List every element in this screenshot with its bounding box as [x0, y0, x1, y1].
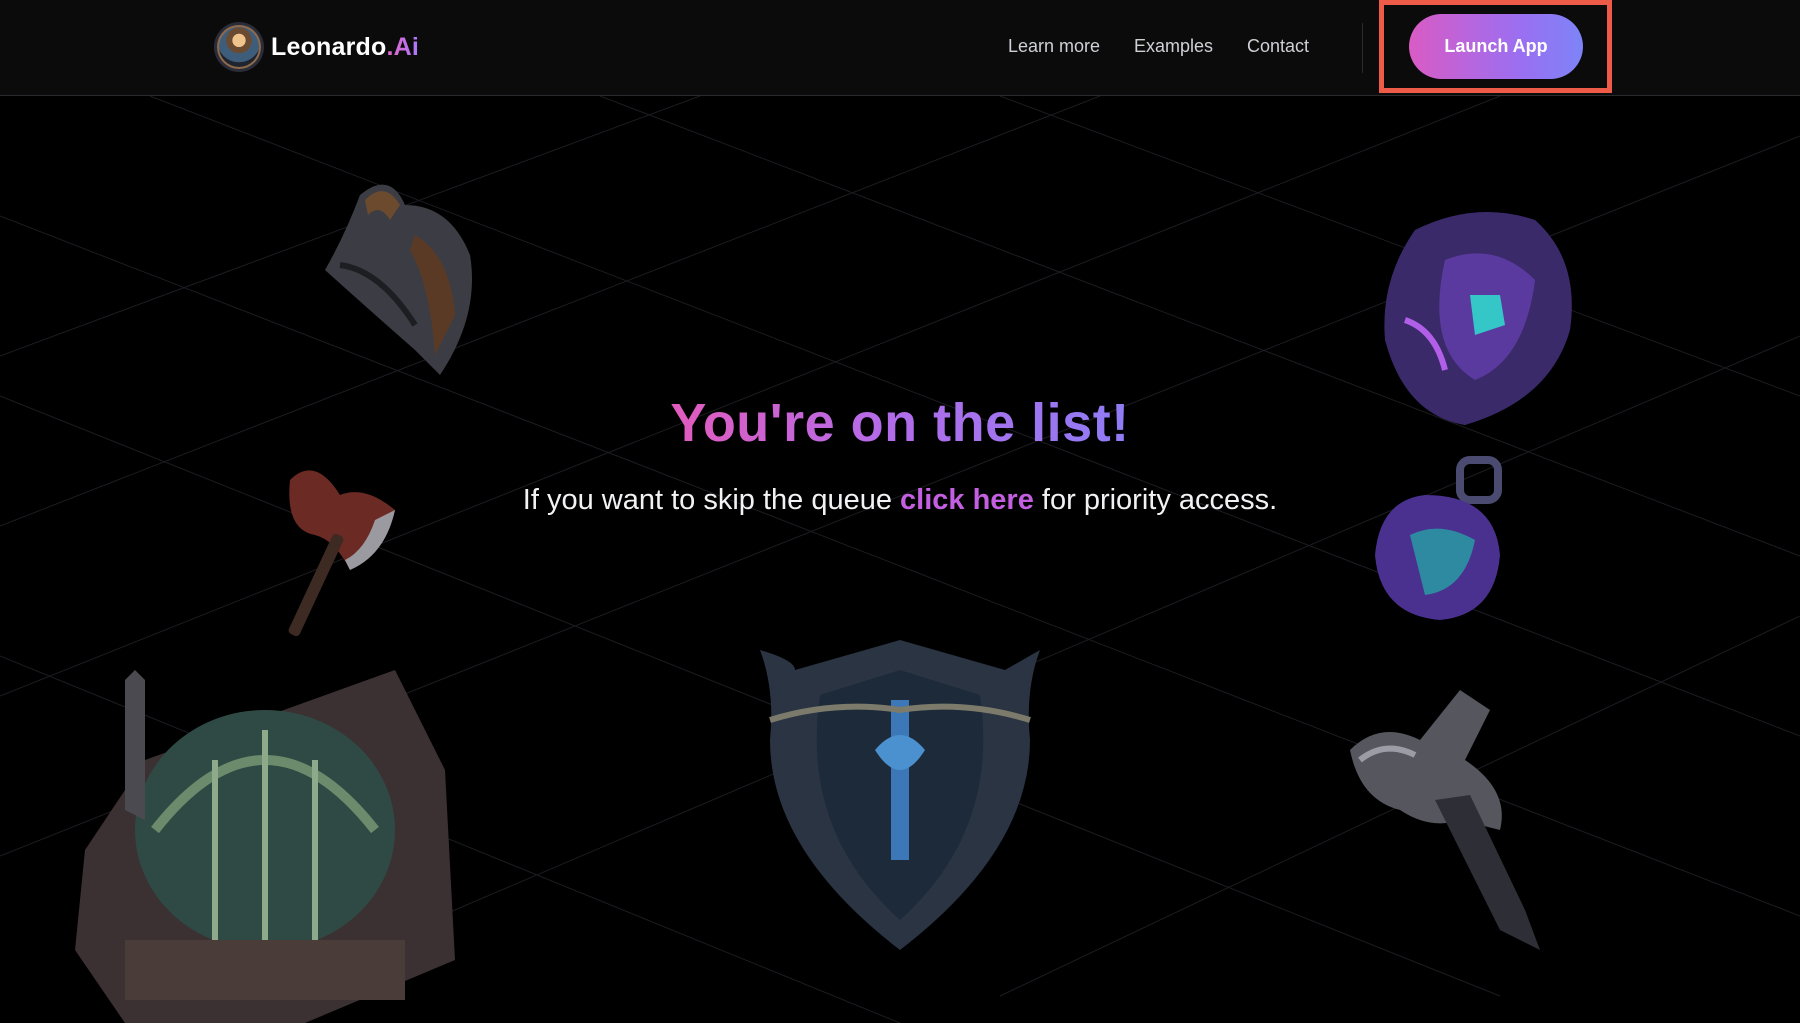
potion-grenade-icon	[1375, 456, 1502, 620]
priority-access-link[interactable]: click here	[900, 484, 1034, 516]
page-title-text: You're on the list!	[670, 393, 1130, 453]
horned-helmet-icon	[325, 184, 472, 375]
brand-logo[interactable]: Leonardo.Ai	[217, 25, 419, 69]
brand-suffix: Ai	[393, 32, 420, 61]
priority-message: If you want to skip the queue click here…	[0, 484, 1800, 517]
war-hammer-icon	[1350, 690, 1540, 950]
brand-dot: .	[386, 32, 394, 61]
nav-learn-more[interactable]: Learn more	[1008, 36, 1100, 57]
reactor-dome-icon	[75, 670, 455, 1023]
priority-message-before: If you want to skip the queue	[522, 484, 901, 516]
nav-examples[interactable]: Examples	[1134, 36, 1213, 57]
top-navigation-bar: Leonardo.Ai Learn more Examples Contact …	[0, 0, 1800, 96]
leonardo-avatar-icon	[217, 25, 261, 69]
nav-contact[interactable]: Contact	[1247, 36, 1309, 57]
launch-app-button[interactable]: Launch App	[1409, 14, 1583, 79]
brand-name: Leonardo	[271, 32, 387, 61]
ornate-shield-icon	[760, 640, 1040, 950]
launch-button-highlight: Launch App	[1379, 0, 1612, 93]
page-title: You're on the list!	[0, 392, 1800, 454]
brand-wordmark: Leonardo.Ai	[271, 33, 419, 62]
priority-message-after: for priority access.	[1033, 484, 1278, 516]
nav-divider	[1362, 23, 1363, 73]
